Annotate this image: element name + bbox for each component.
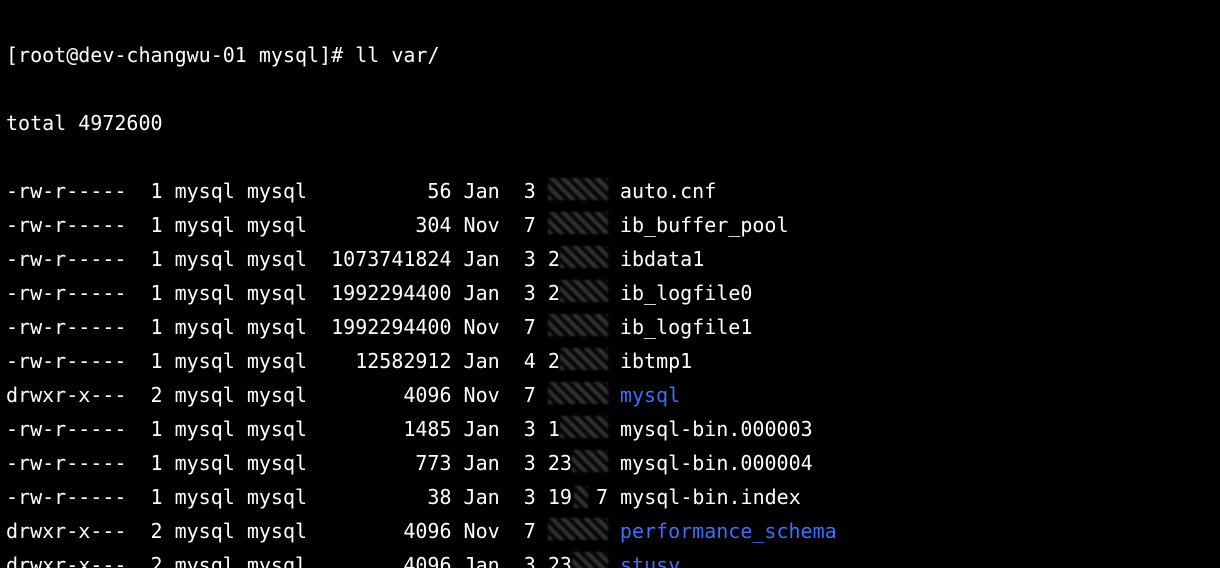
spacer [608,519,620,543]
row-meta: drwxr-x--- 2 mysql mysql 4096 Nov 7 [6,383,548,407]
time-visible-prefix: 2 [548,281,560,305]
spacer [608,383,620,407]
directory-name: performance_schema [620,519,837,543]
listing-row: drwxr-x--- 2 mysql mysql 4096 Nov 7 mysq… [6,378,1214,412]
row-time: 2 [548,281,608,305]
command-text: ll var/ [355,43,439,67]
total-line: total 4972600 [6,106,1214,140]
prompt-line: [root@dev-changwu-01 mysql]# ll var/ [6,38,1214,72]
file-name: mysql-bin.000003 [620,417,813,441]
row-meta: -rw-r----- 1 mysql mysql 1073741824 Jan … [6,247,548,271]
listing-row: -rw-r----- 1 mysql mysql 773 Jan 3 23 my… [6,446,1214,480]
row-time: 23 [548,553,608,568]
listing-row: -rw-r----- 1 mysql mysql 304 Nov 7 ib_bu… [6,208,1214,242]
row-meta: -rw-r----- 1 mysql mysql 38 Jan 3 [6,485,548,509]
row-time: 1 [548,417,608,441]
listing-row: -rw-r----- 1 mysql mysql 1992294400 Jan … [6,276,1214,310]
spacer [608,349,620,373]
file-name: ib_buffer_pool [620,213,789,237]
redacted-icon [560,280,608,302]
listing-row: -rw-r----- 1 mysql mysql 1485 Jan 3 1 my… [6,412,1214,446]
file-name: mysql-bin.000004 [620,451,813,475]
row-meta: drwxr-x--- 2 mysql mysql 4096 Jan 3 [6,553,548,568]
spacer [608,315,620,339]
redacted-icon [548,382,608,404]
spacer [608,281,620,305]
listing-row: -rw-r----- 1 mysql mysql 38 Jan 3 19 7 m… [6,480,1214,514]
file-name: ibdata1 [620,247,704,271]
spacer [608,485,620,509]
spacer [608,247,620,271]
spacer [608,417,620,441]
listing-row: -rw-r----- 1 mysql mysql 12582912 Jan 4 … [6,344,1214,378]
redacted-icon [572,450,608,472]
spacer [608,451,620,475]
listing-row: drwxr-x--- 2 mysql mysql 4096 Nov 7 perf… [6,514,1214,548]
directory-name: mysql [620,383,680,407]
time-visible-prefix: 2 [548,247,560,271]
row-meta: -rw-r----- 1 mysql mysql 773 Jan 3 [6,451,548,475]
listing-row: -rw-r----- 1 mysql mysql 1992294400 Nov … [6,310,1214,344]
file-name: ib_logfile1 [620,315,752,339]
row-meta: -rw-r----- 1 mysql mysql 1992294400 Nov … [6,315,548,339]
row-time: 2 [548,247,608,271]
redacted-icon [572,552,608,568]
row-meta: -rw-r----- 1 mysql mysql 12582912 Jan 4 [6,349,548,373]
file-name: ib_logfile0 [620,281,752,305]
row-time [548,315,608,339]
file-name: ibtmp1 [620,349,692,373]
redacted-icon [560,416,608,438]
redacted-icon [548,212,608,234]
redacted-icon [548,518,608,540]
redacted-icon [560,246,608,268]
file-name: mysql-bin.index [620,485,801,509]
redacted-icon [560,348,608,370]
row-meta: -rw-r----- 1 mysql mysql 1992294400 Jan … [6,281,548,305]
time-visible-prefix: 23 [548,451,572,475]
listing-row: -rw-r----- 1 mysql mysql 56 Jan 3 auto.c… [6,174,1214,208]
row-time [548,519,608,543]
row-meta: -rw-r----- 1 mysql mysql 304 Nov 7 [6,213,548,237]
file-name: auto.cnf [620,179,716,203]
row-time [548,383,608,407]
directory-listing: -rw-r----- 1 mysql mysql 56 Jan 3 auto.c… [6,174,1214,568]
listing-row: -rw-r----- 1 mysql mysql 1073741824 Jan … [6,242,1214,276]
row-meta: drwxr-x--- 2 mysql mysql 4096 Nov 7 [6,519,548,543]
redacted-icon [574,486,588,508]
prompt-user-host: [root@dev-changwu-01 mysql]# [6,43,343,67]
total-text: total 4972600 [6,111,163,135]
directory-name: stusy [620,553,680,568]
terminal[interactable]: [root@dev-changwu-01 mysql]# ll var/ tot… [0,0,1220,568]
row-time [548,213,608,237]
row-meta: -rw-r----- 1 mysql mysql 56 Jan 3 [6,179,548,203]
time-visible-prefix: 23 [548,553,572,568]
row-meta: -rw-r----- 1 mysql mysql 1485 Jan 3 [6,417,548,441]
row-time: 23 [548,451,608,475]
spacer [608,213,620,237]
listing-row: drwxr-x--- 2 mysql mysql 4096 Jan 3 23 s… [6,548,1214,568]
redacted-icon [548,314,608,336]
row-time [548,179,608,203]
time-visible-prefix: 2 [548,349,560,373]
time-visible-prefix: 1 [548,417,560,441]
spacer [608,553,620,568]
row-time: 2 [548,349,608,373]
spacer [608,179,620,203]
redacted-icon [548,178,608,200]
